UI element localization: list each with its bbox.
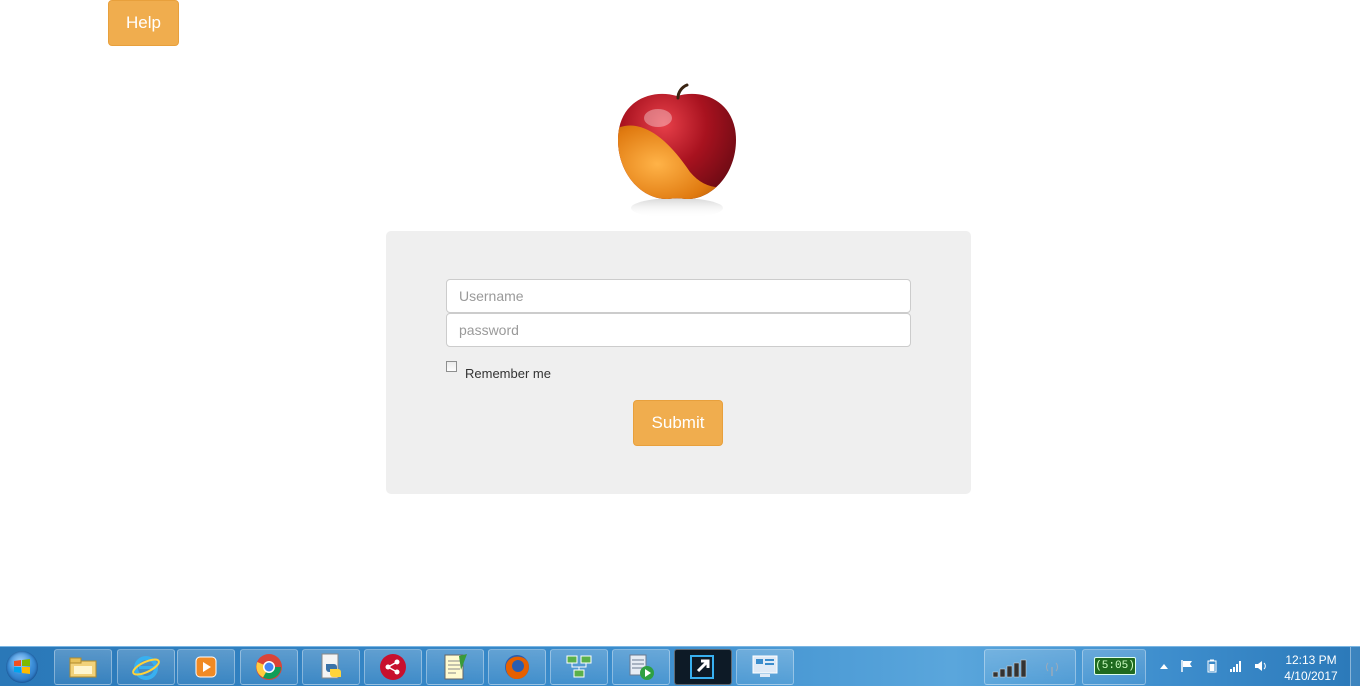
- clock-time: 12:13 PM: [1285, 653, 1337, 667]
- login-page: Help Username Remember me Submit (5:05) …: [0, 0, 1360, 686]
- volume-icon[interactable]: [1253, 659, 1267, 673]
- internet-explorer-icon[interactable]: [117, 649, 175, 685]
- show-desktop-button[interactable]: [1350, 647, 1360, 686]
- wireless-antenna-icon: [1046, 662, 1058, 676]
- firefox-icon[interactable]: [488, 649, 546, 685]
- help-button[interactable]: Help: [108, 0, 179, 46]
- media-player-icon[interactable]: [177, 649, 235, 685]
- remember-me-label[interactable]: Remember me: [465, 366, 551, 381]
- battery-time-widget[interactable]: (5:05): [1094, 657, 1136, 675]
- username-input[interactable]: [446, 279, 911, 313]
- chrome-icon[interactable]: [240, 649, 298, 685]
- file-explorer-icon[interactable]: [54, 649, 112, 685]
- python-icon[interactable]: [302, 649, 360, 685]
- share-app-icon[interactable]: [364, 649, 422, 685]
- media-server-icon[interactable]: [612, 649, 670, 685]
- start-button[interactable]: [2, 649, 42, 685]
- network-diagram-icon[interactable]: [550, 649, 608, 685]
- network-signal-icon[interactable]: [1229, 659, 1243, 673]
- password-input[interactable]: [446, 313, 911, 347]
- clock-date: 4/10/2017: [1284, 669, 1338, 683]
- signal-bars-icon: [992, 659, 1027, 678]
- login-panel: Remember me Submit: [386, 231, 971, 494]
- remember-me-checkbox[interactable]: [446, 361, 457, 372]
- remote-shortcut-icon[interactable]: [674, 649, 732, 685]
- remember-me-row: Remember me: [446, 361, 551, 381]
- control-panel-icon[interactable]: [736, 649, 794, 685]
- network-status-widget[interactable]: [984, 649, 1076, 685]
- show-hidden-icons-arrow-icon[interactable]: [1157, 659, 1171, 673]
- notepad-icon[interactable]: [426, 649, 484, 685]
- submit-button[interactable]: Submit: [633, 400, 723, 446]
- windows-logo-icon: [6, 651, 38, 683]
- system-clock[interactable]: 12:13 PM 4/10/2017: [1274, 652, 1348, 684]
- action-center-flag-icon[interactable]: [1180, 659, 1194, 673]
- apple-orange-logo: [618, 83, 736, 218]
- battery-icon[interactable]: [1205, 659, 1219, 673]
- taskbar: (5:05) 12:13 PM 4/10/2017: [0, 646, 1360, 686]
